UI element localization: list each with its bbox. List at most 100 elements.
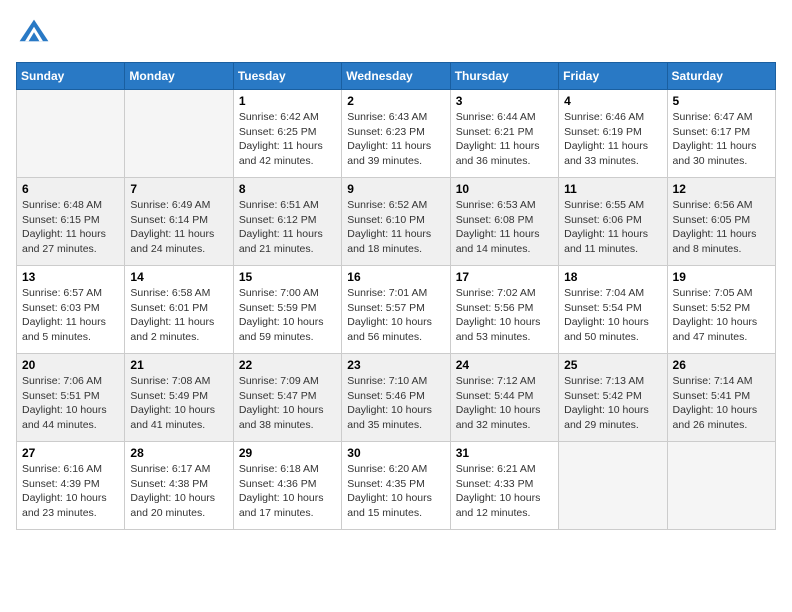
day-detail: Sunrise: 7:13 AMSunset: 5:42 PMDaylight:… [564,374,661,433]
day-header-thursday: Thursday [450,63,558,90]
calendar-week-row: 13 Sunrise: 6:57 AMSunset: 6:03 PMDayligh… [17,266,776,354]
day-number: 27 [22,446,119,460]
day-number: 28 [130,446,227,460]
calendar-cell: 8 Sunrise: 6:51 AMSunset: 6:12 PMDaylight… [233,178,341,266]
calendar-cell: 21 Sunrise: 7:08 AMSunset: 5:49 PMDayligh… [125,354,233,442]
day-header-wednesday: Wednesday [342,63,450,90]
calendar-cell: 9 Sunrise: 6:52 AMSunset: 6:10 PMDaylight… [342,178,450,266]
day-detail: Sunrise: 7:12 AMSunset: 5:44 PMDaylight:… [456,374,553,433]
day-number: 5 [673,94,770,108]
calendar-week-row: 27Sunrise: 6:16 AMSunset: 4:39 PMDayligh… [17,442,776,530]
calendar-cell: 30 Sunrise: 6:20 AMSunset: 4:35 PMDayligh… [342,442,450,530]
day-header-monday: Monday [125,63,233,90]
day-number: 13 [22,270,119,284]
day-detail: Sunrise: 6:21 AMSunset: 4:33 PMDaylight:… [456,462,553,521]
calendar-cell: 25 Sunrise: 7:13 AMSunset: 5:42 PMDayligh… [559,354,667,442]
calendar-cell: 3 Sunrise: 6:44 AMSunset: 6:21 PMDaylight… [450,90,558,178]
day-detail: Sunrise: 6:17 AMSunset: 4:38 PMDaylight:… [130,462,227,521]
day-number: 10 [456,182,553,196]
day-number: 25 [564,358,661,372]
day-detail: Sunrise: 6:49 AMSunset: 6:14 PMDaylight:… [130,198,227,257]
day-number: 15 [239,270,336,284]
day-detail: Sunrise: 6:57 AMSunset: 6:03 PMDaylight:… [22,286,119,345]
day-detail: Sunrise: 7:08 AMSunset: 5:49 PMDaylight:… [130,374,227,433]
calendar-cell: 28 Sunrise: 6:17 AMSunset: 4:38 PMDayligh… [125,442,233,530]
calendar-cell: 6 Sunrise: 6:48 AMSunset: 6:15 PMDaylight… [17,178,125,266]
calendar-cell: 15 Sunrise: 7:00 AMSunset: 5:59 PMDayligh… [233,266,341,354]
day-detail: Sunrise: 6:51 AMSunset: 6:12 PMDaylight:… [239,198,336,257]
day-number: 18 [564,270,661,284]
day-number: 14 [130,270,227,284]
day-number: 21 [130,358,227,372]
day-detail: Sunrise: 6:55 AMSunset: 6:06 PMDaylight:… [564,198,661,257]
day-detail: Sunrise: 7:04 AMSunset: 5:54 PMDaylight:… [564,286,661,345]
logo [16,16,56,52]
day-number: 31 [456,446,553,460]
day-number: 30 [347,446,444,460]
day-number: 26 [673,358,770,372]
calendar-cell: 1 Sunrise: 6:42 AMSunset: 6:25 PMDaylight… [233,90,341,178]
day-number: 8 [239,182,336,196]
calendar-cell [559,442,667,530]
day-number: 9 [347,182,444,196]
calendar-cell: 23 Sunrise: 7:10 AMSunset: 5:46 PMDayligh… [342,354,450,442]
day-detail: Sunrise: 6:48 AMSunset: 6:15 PMDaylight:… [22,198,119,257]
page-header [16,16,776,52]
calendar-cell: 13 Sunrise: 6:57 AMSunset: 6:03 PMDayligh… [17,266,125,354]
day-number: 6 [22,182,119,196]
day-detail: Sunrise: 6:42 AMSunset: 6:25 PMDaylight:… [239,110,336,169]
day-number: 2 [347,94,444,108]
calendar-cell: 11 Sunrise: 6:55 AMSunset: 6:06 PMDayligh… [559,178,667,266]
calendar-cell [125,90,233,178]
calendar-table: SundayMondayTuesdayWednesdayThursdayFrid… [16,62,776,530]
day-detail: Sunrise: 6:44 AMSunset: 6:21 PMDaylight:… [456,110,553,169]
calendar-week-row: 1 Sunrise: 6:42 AMSunset: 6:25 PMDaylight… [17,90,776,178]
day-number: 7 [130,182,227,196]
day-header-saturday: Saturday [667,63,775,90]
calendar-cell: 24 Sunrise: 7:12 AMSunset: 5:44 PMDayligh… [450,354,558,442]
day-detail: Sunrise: 7:10 AMSunset: 5:46 PMDaylight:… [347,374,444,433]
day-detail: Sunrise: 7:00 AMSunset: 5:59 PMDaylight:… [239,286,336,345]
calendar-cell: 20 Sunrise: 7:06 AMSunset: 5:51 PMDayligh… [17,354,125,442]
day-number: 29 [239,446,336,460]
calendar-cell: 2Sunrise: 6:43 AMSunset: 6:23 PMDaylight… [342,90,450,178]
calendar-cell [667,442,775,530]
day-detail: Sunrise: 6:47 AMSunset: 6:17 PMDaylight:… [673,110,770,169]
calendar-cell: 14Sunrise: 6:58 AMSunset: 6:01 PMDayligh… [125,266,233,354]
day-header-friday: Friday [559,63,667,90]
day-detail: Sunrise: 6:53 AMSunset: 6:08 PMDaylight:… [456,198,553,257]
day-header-sunday: Sunday [17,63,125,90]
day-number: 11 [564,182,661,196]
day-number: 19 [673,270,770,284]
day-detail: Sunrise: 7:06 AMSunset: 5:51 PMDaylight:… [22,374,119,433]
day-number: 3 [456,94,553,108]
logo-icon [16,16,52,52]
calendar-cell: 29 Sunrise: 6:18 AMSunset: 4:36 PMDayligh… [233,442,341,530]
day-number: 12 [673,182,770,196]
calendar-cell: 4Sunrise: 6:46 AMSunset: 6:19 PMDaylight… [559,90,667,178]
day-detail: Sunrise: 6:56 AMSunset: 6:05 PMDaylight:… [673,198,770,257]
day-number: 1 [239,94,336,108]
calendar-week-row: 20 Sunrise: 7:06 AMSunset: 5:51 PMDayligh… [17,354,776,442]
calendar-cell [17,90,125,178]
calendar-cell: 22Sunrise: 7:09 AMSunset: 5:47 PMDayligh… [233,354,341,442]
calendar-cell: 31 Sunrise: 6:21 AMSunset: 4:33 PMDayligh… [450,442,558,530]
day-number: 24 [456,358,553,372]
calendar-cell: 27Sunrise: 6:16 AMSunset: 4:39 PMDayligh… [17,442,125,530]
calendar-cell: 10 Sunrise: 6:53 AMSunset: 6:08 PMDayligh… [450,178,558,266]
day-detail: Sunrise: 6:46 AMSunset: 6:19 PMDaylight:… [564,110,661,169]
calendar-cell: 19 Sunrise: 7:05 AMSunset: 5:52 PMDayligh… [667,266,775,354]
day-detail: Sunrise: 7:14 AMSunset: 5:41 PMDaylight:… [673,374,770,433]
calendar-cell: 12 Sunrise: 6:56 AMSunset: 6:05 PMDayligh… [667,178,775,266]
day-number: 23 [347,358,444,372]
day-number: 17 [456,270,553,284]
calendar-cell: 17 Sunrise: 7:02 AMSunset: 5:56 PMDayligh… [450,266,558,354]
day-detail: Sunrise: 6:52 AMSunset: 6:10 PMDaylight:… [347,198,444,257]
day-detail: Sunrise: 7:02 AMSunset: 5:56 PMDaylight:… [456,286,553,345]
calendar-cell: 5 Sunrise: 6:47 AMSunset: 6:17 PMDaylight… [667,90,775,178]
day-detail: Sunrise: 7:05 AMSunset: 5:52 PMDaylight:… [673,286,770,345]
day-number: 20 [22,358,119,372]
day-header-tuesday: Tuesday [233,63,341,90]
day-detail: Sunrise: 6:18 AMSunset: 4:36 PMDaylight:… [239,462,336,521]
day-detail: Sunrise: 6:20 AMSunset: 4:35 PMDaylight:… [347,462,444,521]
